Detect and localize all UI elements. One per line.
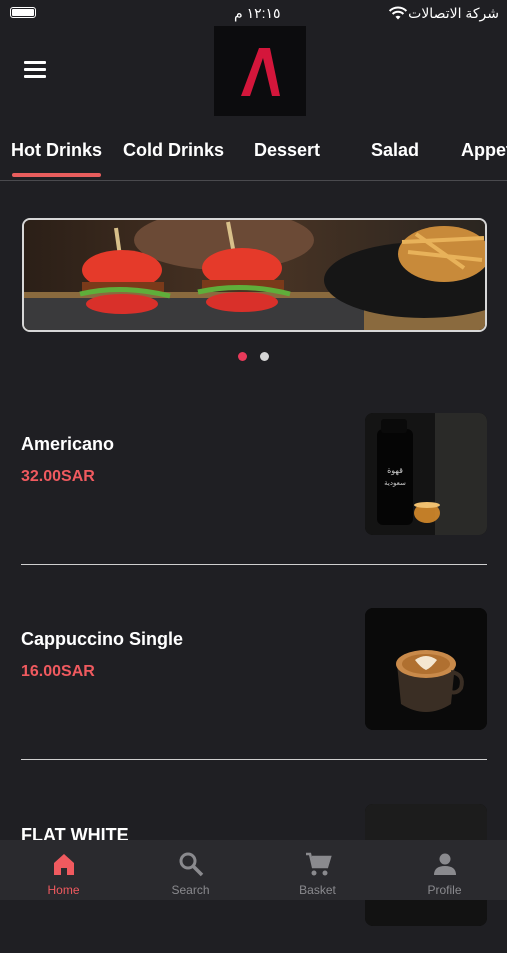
menu-line	[24, 61, 46, 64]
product-price: 16.00SAR	[21, 663, 95, 680]
product-name: Cappuccino Single	[21, 629, 184, 649]
nav-label: Home	[47, 883, 80, 897]
cart-icon	[305, 852, 332, 876]
logo-mark-icon	[241, 48, 280, 96]
burgers-banner-image	[24, 220, 485, 330]
battery-icon	[10, 7, 36, 18]
nav-search[interactable]: Search	[127, 840, 254, 900]
svg-text:قهوة: قهوة	[387, 466, 403, 475]
menu-line	[24, 75, 46, 78]
product-item-cappuccino-single[interactable]: Cappuccino Single 16.00SAR	[0, 607, 507, 757]
tab-cold-drinks[interactable]: Cold Drinks	[123, 140, 224, 161]
home-icon	[53, 854, 74, 875]
status-time: ١٢:١٥ م	[234, 5, 281, 21]
promo-banner[interactable]	[22, 218, 487, 332]
product-name: Americano	[21, 434, 115, 454]
product-item-americano[interactable]: Americano 32.00SAR قهوة سعودية	[0, 412, 507, 562]
search-icon	[179, 852, 203, 877]
menu-line	[24, 68, 46, 71]
status-bar: ١٢:١٥ م شركة الاتصالات	[0, 0, 507, 28]
tab-salad[interactable]: Salad	[371, 140, 419, 161]
latte-art-cup-image	[365, 608, 487, 730]
svg-text:سعودية: سعودية	[384, 479, 406, 487]
nav-basket[interactable]: Basket	[254, 840, 381, 900]
nav-profile[interactable]: Profile	[381, 840, 507, 900]
list-divider	[21, 759, 487, 760]
bottom-navigation: Home Search Basket Profile	[0, 840, 507, 900]
nav-home[interactable]: Home	[0, 840, 127, 900]
menu-button[interactable]	[22, 58, 48, 84]
pagination-dot[interactable]	[260, 352, 269, 361]
list-divider	[21, 564, 487, 565]
profile-icon	[433, 853, 456, 875]
tab-hot-drinks[interactable]: Hot Drinks	[11, 140, 102, 161]
nav-label: Search	[171, 883, 210, 897]
active-tab-indicator	[12, 173, 101, 177]
carrier-name: شركة الاتصالات	[408, 5, 499, 21]
tab-dessert[interactable]: Dessert	[254, 140, 320, 161]
brand-logo	[214, 26, 306, 116]
coffee-bottle-image: قهوة سعودية	[365, 413, 487, 535]
tab-appetizers[interactable]: Appetizers	[461, 140, 507, 161]
nav-label: Basket	[299, 883, 336, 897]
wifi-icon	[388, 6, 408, 20]
pagination-dot-active[interactable]	[238, 352, 247, 361]
nav-label: Profile	[427, 883, 462, 897]
product-price: 32.00SAR	[21, 468, 95, 485]
category-tabs: Hot Drinks Cold Drinks Dessert Salad App…	[0, 134, 507, 181]
